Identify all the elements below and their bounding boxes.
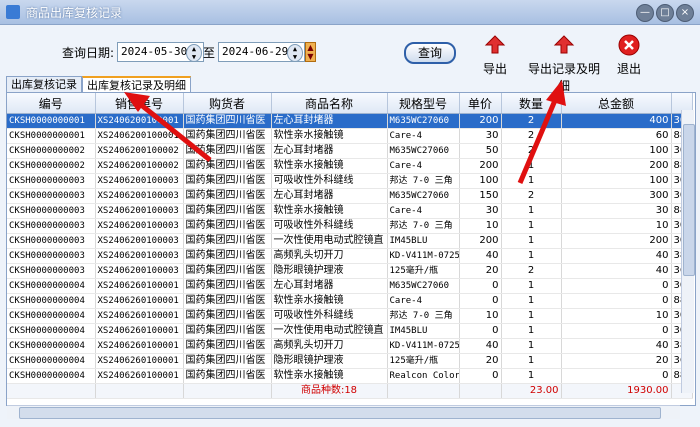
annotation-arrow-tab: [124, 92, 212, 162]
annotation-arrows: [124, 80, 566, 184]
annotation-arrow-export-detail: [517, 80, 566, 184]
